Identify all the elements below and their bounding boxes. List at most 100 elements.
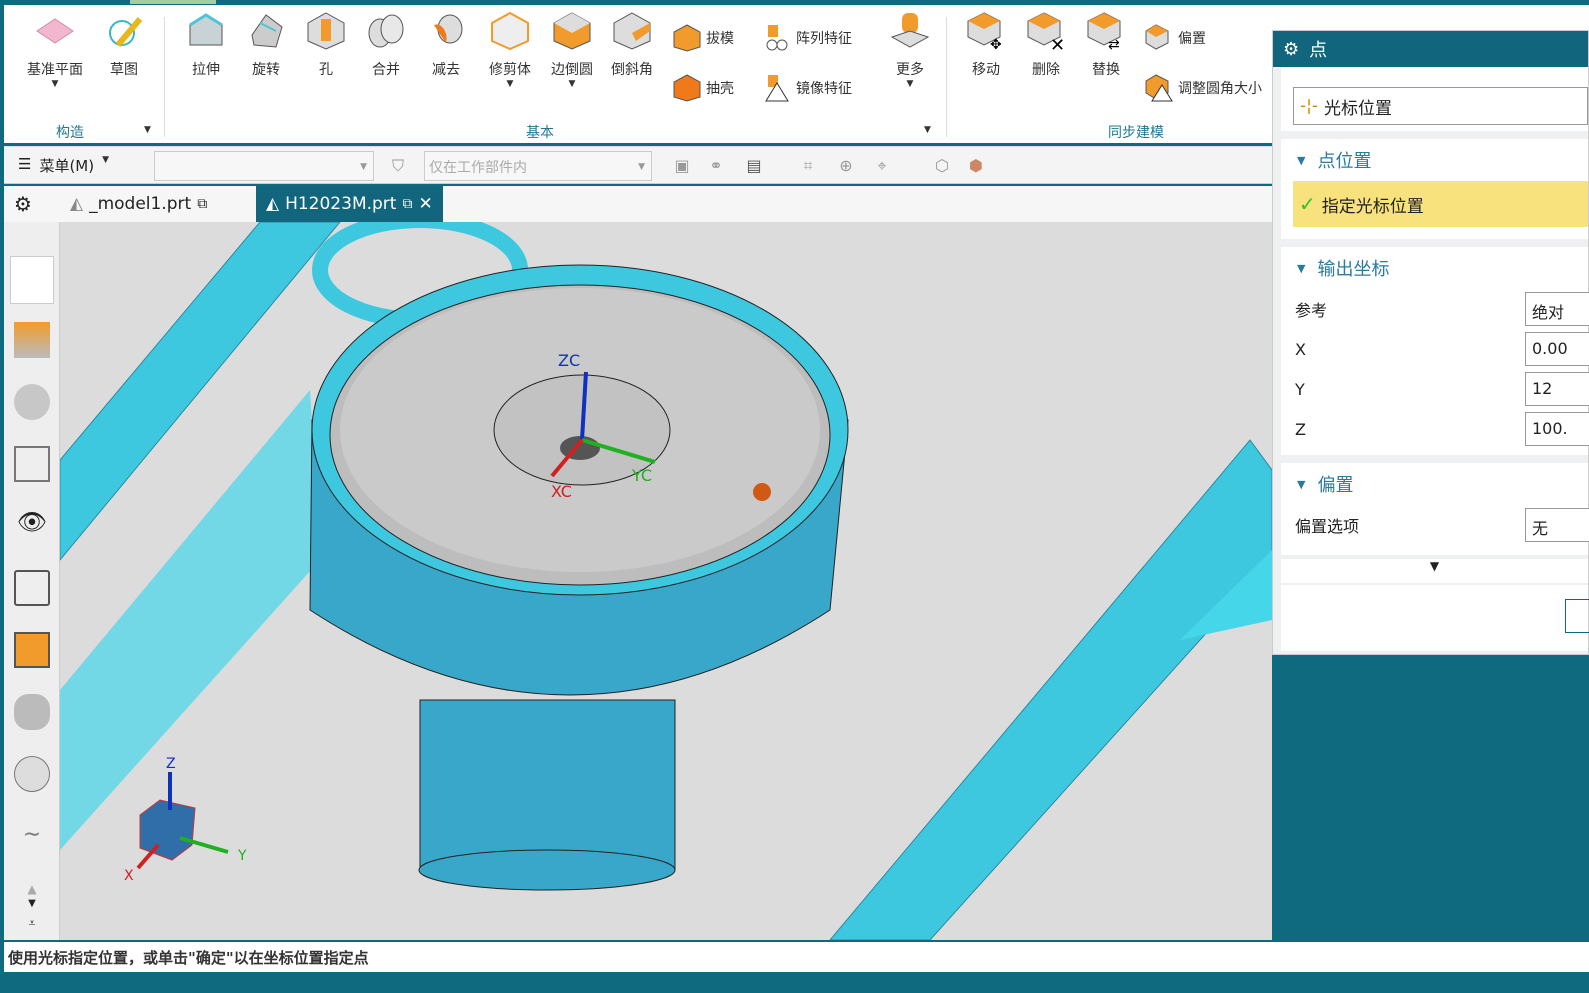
trim-body-button[interactable]: 修剪体 ▼ bbox=[480, 5, 540, 89]
x-field[interactable]: 0.00 bbox=[1525, 332, 1589, 366]
sketch-button[interactable]: 草图 bbox=[94, 5, 154, 79]
settings-icon[interactable]: ⚙ bbox=[1283, 39, 1299, 60]
point-dialog: ⚙ 点 -¦- 光标位置 ▼ 点位置 ✓ 指定光标位置 ▼ 输出坐标 参考 绝对 X 0.00… bbox=[1272, 30, 1589, 655]
resource-bar: 👁 ∼ ▲ ▼ ⩡ bbox=[4, 222, 60, 940]
curve-icon[interactable]: ∼ bbox=[14, 822, 50, 858]
label: 倒斜角 bbox=[611, 62, 653, 78]
reuse-library-icon[interactable] bbox=[14, 446, 50, 482]
section-header[interactable]: ▼ 点位置 bbox=[1281, 139, 1588, 181]
settings-icon[interactable]: ⚙ bbox=[14, 192, 32, 216]
replace-face-button[interactable]: ⇄ 替换 bbox=[1076, 5, 1136, 79]
offset-face-button[interactable]: 偏置 bbox=[1144, 23, 1206, 53]
graphics-viewport[interactable]: ZC XC YC Z X Y bbox=[60, 222, 1272, 940]
offset-option-label: 偏置选项 bbox=[1295, 517, 1360, 536]
specify-cursor-location[interactable]: ✓ 指定光标位置 bbox=[1293, 181, 1588, 227]
popout-icon[interactable]: ⧉ bbox=[197, 196, 207, 212]
menu-button[interactable]: ☰ 菜单(M) ▼ bbox=[18, 155, 109, 176]
mirror-feature-button[interactable]: 镜像特征 bbox=[762, 73, 852, 103]
more-icon bbox=[890, 13, 930, 48]
ok-button[interactable] bbox=[1565, 599, 1589, 633]
cursor-location-icon: -¦- bbox=[1300, 96, 1318, 116]
expand-icon[interactable]: ⩡ bbox=[14, 916, 50, 936]
group-sync-modeling: 同步建模 bbox=[1108, 125, 1164, 141]
hamburger-icon: ☰ bbox=[18, 155, 32, 173]
pattern-feature-button[interactable]: 阵列特征 bbox=[762, 23, 852, 53]
label: 基准平面 bbox=[27, 62, 83, 78]
group-expand[interactable]: ▼ bbox=[144, 125, 151, 135]
label: 点位置 bbox=[1317, 151, 1372, 172]
draft-icon bbox=[673, 24, 701, 52]
select-feature-icon[interactable]: ▣ bbox=[672, 156, 692, 176]
triad-x-label: X bbox=[124, 868, 134, 884]
roles-icon[interactable] bbox=[14, 756, 50, 792]
section-header[interactable]: ▼ 输出坐标 bbox=[1281, 247, 1588, 289]
reference-label: 参考 bbox=[1295, 301, 1328, 320]
layer-icon[interactable] bbox=[14, 632, 50, 668]
constraint-navigator-icon[interactable] bbox=[14, 384, 50, 420]
trim-body-icon bbox=[491, 11, 529, 51]
edge-blend-button[interactable]: 边倒圆 ▼ bbox=[542, 5, 602, 89]
triad-z-label: Z bbox=[166, 756, 176, 772]
z-label: Z bbox=[1295, 419, 1306, 439]
tab-h12023m[interactable]: ◭ H12023M.prt ⧉ ✕ bbox=[256, 186, 443, 222]
close-icon[interactable]: ✕ bbox=[418, 194, 432, 214]
shell-button[interactable]: 抽壳 bbox=[672, 73, 734, 103]
group-expand[interactable]: ▼ bbox=[924, 125, 931, 135]
value: 仅在工作部件内 bbox=[429, 160, 527, 176]
point-location-section: ▼ 点位置 ✓ 指定光标位置 bbox=[1281, 139, 1588, 239]
check-icon: ✓ bbox=[1299, 192, 1316, 216]
draft-button[interactable]: 拔模 bbox=[672, 23, 734, 53]
snap-center-icon[interactable]: ⌖ bbox=[872, 156, 892, 176]
unite-icon bbox=[368, 14, 404, 48]
reference-dropdown[interactable]: 绝对 bbox=[1525, 292, 1589, 326]
svg-text:✥: ✥ bbox=[990, 37, 1002, 51]
unite-button[interactable]: 合并 bbox=[356, 5, 416, 79]
file-tabs: ⚙ ◭ _model1.prt ⧉ ◭ H12023M.prt ⧉ ✕ bbox=[4, 186, 1272, 222]
label: 孔 bbox=[319, 62, 333, 78]
delete-face-button[interactable]: ✕ 删除 bbox=[1016, 5, 1076, 79]
dialog-title: 点 bbox=[1309, 40, 1328, 61]
show-body-icon[interactable]: ⬡ bbox=[932, 156, 952, 176]
filter-icon[interactable]: ⛉ bbox=[388, 156, 408, 176]
label: _model1.prt bbox=[89, 194, 192, 214]
wcs-xc-label: XC bbox=[551, 482, 572, 501]
label: 菜单(M) bbox=[39, 157, 95, 175]
select-link-icon[interactable]: ⚭ bbox=[706, 156, 726, 176]
part-navigator-icon[interactable] bbox=[10, 256, 54, 304]
view-cube-icon[interactable]: ⬢ bbox=[966, 156, 986, 176]
section-header[interactable]: ▼ 偏置 bbox=[1281, 463, 1588, 505]
subtract-button[interactable]: 减去 bbox=[416, 5, 476, 79]
snap-point-icon[interactable]: ⊕ bbox=[836, 156, 856, 176]
snap-icon[interactable]: ⌗ bbox=[798, 156, 818, 176]
group-basic: 基本 bbox=[526, 125, 554, 141]
type-filter-dropdown[interactable]: ▼ bbox=[154, 151, 374, 181]
scroll-down-icon[interactable]: ▼ bbox=[14, 898, 50, 918]
visibility-eye-icon[interactable]: 👁 bbox=[14, 508, 50, 544]
drawing-icon[interactable] bbox=[14, 570, 50, 606]
chamfer-button[interactable]: 倒斜角 bbox=[602, 5, 662, 79]
assembly-navigator-icon[interactable] bbox=[14, 322, 50, 358]
hole-button[interactable]: 孔 bbox=[296, 5, 356, 79]
tab-model1[interactable]: ◭ _model1.prt ⧉ bbox=[60, 186, 217, 222]
selection-scope-dropdown[interactable]: 仅在工作部件内 ▼ bbox=[424, 151, 652, 181]
offset-option-dropdown[interactable]: 无 bbox=[1525, 508, 1589, 542]
triad-y-label: Y bbox=[237, 848, 247, 864]
more-options-toggle[interactable]: ▼ bbox=[1281, 559, 1588, 583]
more-button[interactable]: 更多 ▼ bbox=[880, 5, 940, 89]
datum-plane-button[interactable]: 基准平面 ▼ bbox=[24, 5, 86, 89]
z-field[interactable]: 100. bbox=[1525, 412, 1589, 446]
popout-icon[interactable]: ⧉ bbox=[402, 196, 412, 212]
view-triad bbox=[136, 772, 229, 870]
move-face-button[interactable]: ✥ 移动 bbox=[956, 5, 1016, 79]
part-icon: ◭ bbox=[266, 194, 280, 214]
select-filter-icon[interactable]: ▤ bbox=[744, 156, 764, 176]
extrude-button[interactable]: 拉伸 bbox=[176, 5, 236, 79]
y-field[interactable]: 12 bbox=[1525, 372, 1589, 406]
point-type-dropdown[interactable]: -¦- 光标位置 bbox=[1293, 87, 1588, 125]
revolve-button[interactable]: 旋转 bbox=[236, 5, 296, 79]
history-icon[interactable] bbox=[14, 694, 50, 730]
label: 抽壳 bbox=[706, 81, 734, 97]
label: 删除 bbox=[1032, 62, 1060, 78]
resize-blend-button[interactable]: 调整圆角大小 bbox=[1144, 73, 1272, 103]
dialog-header[interactable]: ⚙ 点 bbox=[1273, 31, 1588, 67]
